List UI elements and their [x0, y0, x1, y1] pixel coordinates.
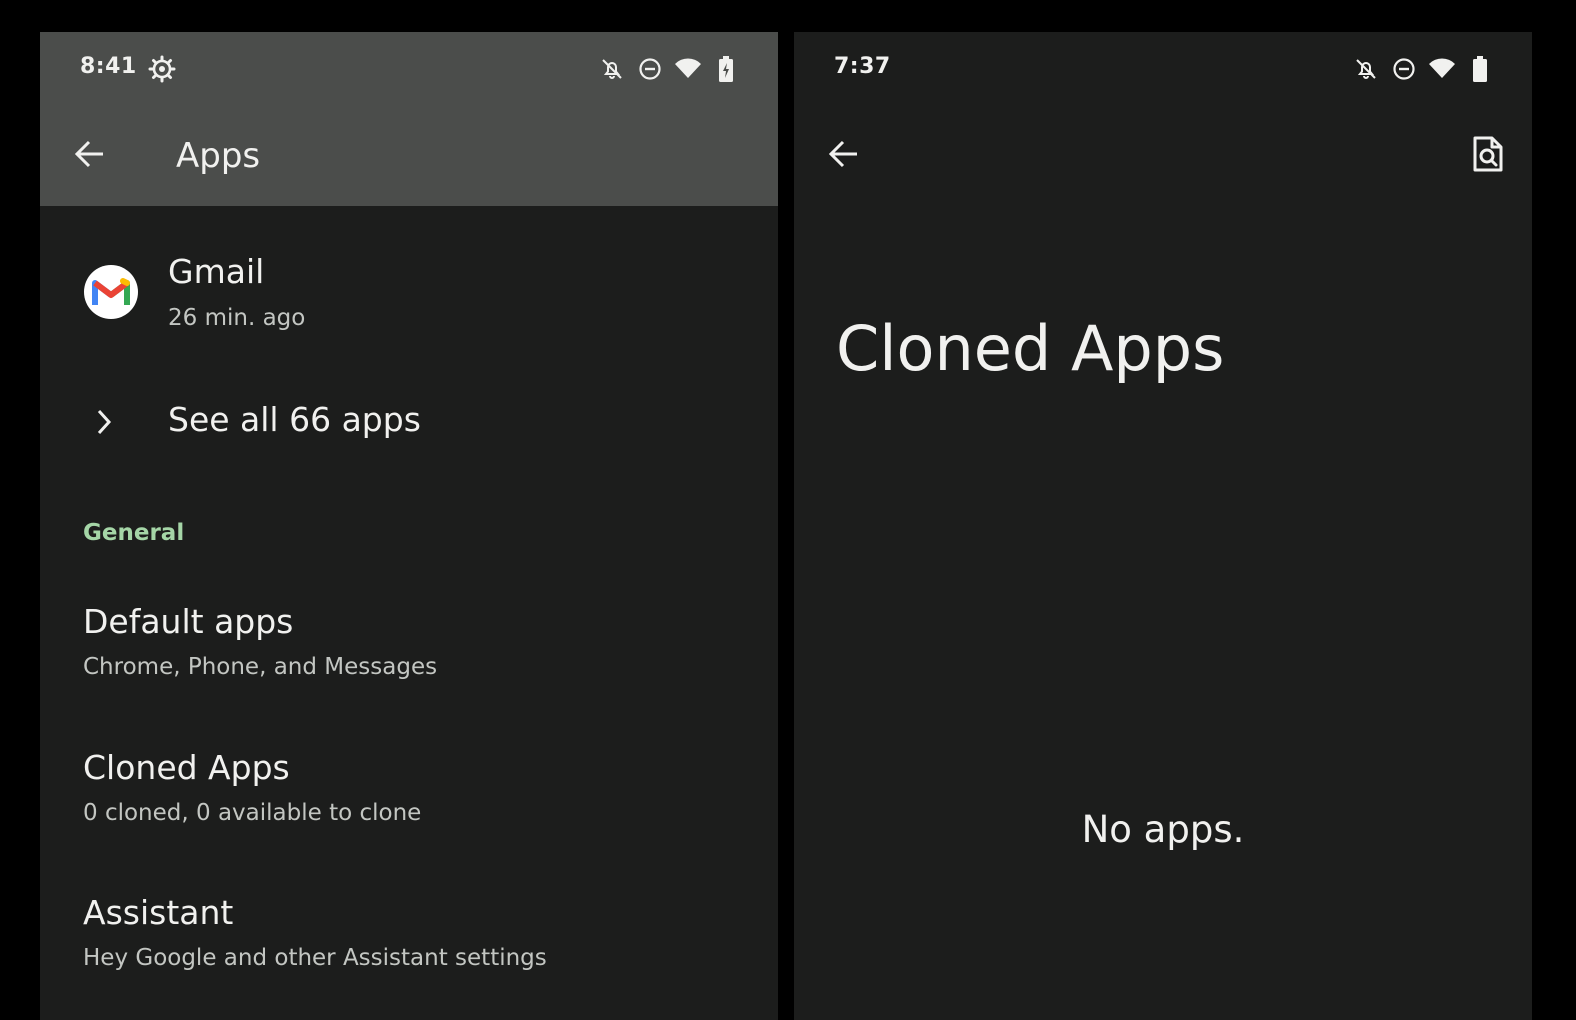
settings-gear-icon [148, 55, 176, 83]
status-bar: 8:41 [40, 32, 778, 104]
notifications-off-icon [598, 55, 626, 83]
chevron-right-icon [90, 406, 118, 442]
back-button[interactable] [820, 132, 868, 180]
item-subtitle: 0 cloned, 0 available to clone [83, 800, 422, 826]
find-in-page-icon [1472, 135, 1504, 177]
empty-state-message: No apps. [1081, 808, 1245, 851]
status-icons [1342, 54, 1494, 84]
item-subtitle: Hey Google and other Assistant settings [83, 945, 547, 971]
item-title: Assistant [83, 893, 234, 932]
battery-charging-icon [712, 55, 740, 83]
section-header-general: General [83, 520, 185, 546]
see-all-apps-row[interactable]: See all 66 apps [40, 388, 778, 468]
status-icons [588, 54, 740, 84]
battery-full-icon [1466, 55, 1494, 83]
status-bar: 7:37 [794, 32, 1532, 104]
apps-settings-screen: 8:41 Apps Gmail 26 min. ago See all 66 a… [40, 32, 778, 1020]
see-all-apps-label: See all 66 apps [168, 400, 421, 439]
arrow-back-icon [73, 137, 107, 175]
page-title: Cloned Apps [836, 312, 1225, 385]
page-title: Apps [176, 136, 261, 176]
app-last-used: 26 min. ago [168, 305, 306, 331]
item-title: Cloned Apps [83, 748, 290, 787]
notifications-off-icon [1352, 55, 1380, 83]
default-apps-item[interactable]: Default apps Chrome, Phone, and Messages [40, 594, 778, 714]
cloned-apps-item[interactable]: Cloned Apps 0 cloned, 0 available to clo… [40, 740, 778, 860]
recent-app-gmail[interactable]: Gmail 26 min. ago [40, 238, 778, 388]
wifi-icon [1428, 55, 1456, 83]
do-not-disturb-icon [1390, 55, 1418, 83]
wifi-icon [674, 55, 702, 83]
item-subtitle: Chrome, Phone, and Messages [83, 654, 438, 680]
cloned-apps-screen: 7:37 Cloned Apps No apps. [794, 32, 1532, 1020]
do-not-disturb-icon [636, 55, 664, 83]
arrow-back-icon [827, 137, 861, 175]
status-time: 8:41 [80, 54, 137, 79]
search-apps-button[interactable] [1464, 132, 1512, 180]
app-bar: 8:41 Apps [40, 32, 778, 206]
back-button[interactable] [66, 132, 114, 180]
app-name: Gmail [168, 252, 265, 291]
status-time: 7:37 [834, 54, 891, 79]
gmail-icon [84, 265, 138, 319]
item-title: Default apps [83, 602, 294, 641]
assistant-item[interactable]: Assistant Hey Google and other Assistant… [40, 885, 778, 1005]
